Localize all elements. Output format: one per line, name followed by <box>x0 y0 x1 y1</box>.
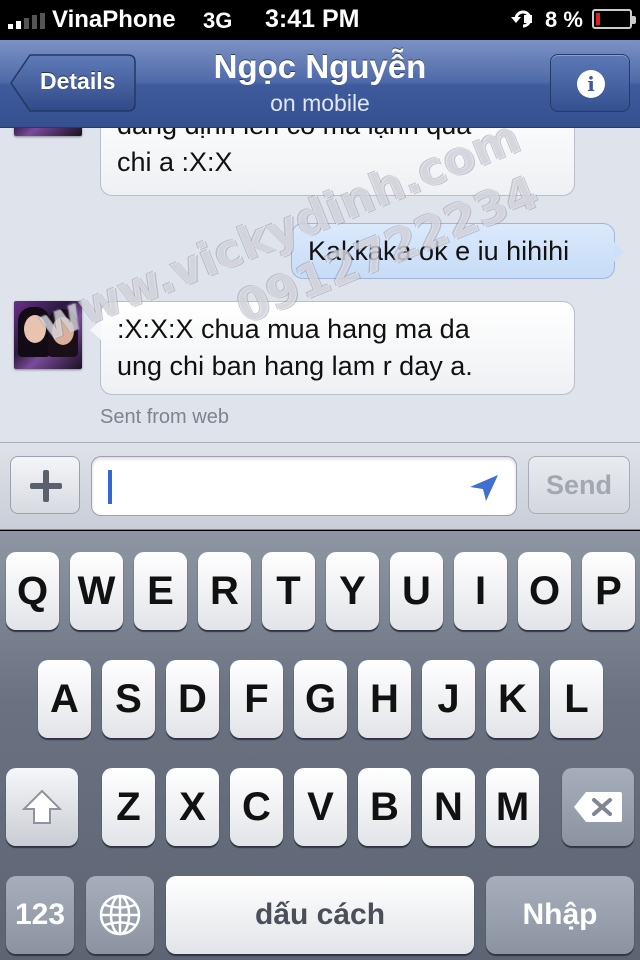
carrier-name: VinaPhone <box>52 6 176 33</box>
key-b[interactable]: B <box>358 768 411 846</box>
contact-name: Ngọc Nguyễn <box>213 48 427 85</box>
key-v[interactable]: V <box>294 768 347 846</box>
key-u[interactable]: U <box>390 552 443 630</box>
add-attachment-button[interactable] <box>10 456 80 514</box>
key-c[interactable]: C <box>230 768 283 846</box>
key-f[interactable]: F <box>230 660 283 738</box>
details-back-button[interactable]: Details <box>10 54 136 112</box>
battery-percent: 8 % <box>545 7 583 32</box>
message-bubble-outgoing[interactable]: Kakkaka ok e iu hihihi <box>291 223 625 279</box>
send-button[interactable]: Send <box>528 456 630 514</box>
message-bubble-incoming[interactable]: :X:X:X chua mua hang ma da ung chi ban h… <box>90 301 575 395</box>
shift-icon <box>22 789 62 824</box>
message-line: chi a :X:X <box>117 147 233 177</box>
key-r[interactable]: R <box>198 552 251 630</box>
message-bubble-incoming[interactable]: đang định lên có mà lạnh quá chi a :X:X <box>100 128 575 196</box>
keyboard: Q W E R T Y U I O P A S D F G H J K L Z … <box>0 531 640 960</box>
message-line: :X:X:X chua mua hang ma da <box>117 314 470 344</box>
message-input[interactable] <box>91 456 517 516</box>
key-m[interactable]: M <box>486 768 539 846</box>
numbers-key[interactable]: 123 <box>6 876 74 954</box>
key-h[interactable]: H <box>358 660 411 738</box>
key-x[interactable]: X <box>166 768 219 846</box>
key-n[interactable]: N <box>422 768 475 846</box>
key-o[interactable]: O <box>518 552 571 630</box>
contact-avatar[interactable] <box>14 301 82 369</box>
compose-bar: Send <box>0 442 640 530</box>
info-button[interactable]: i <box>550 54 630 112</box>
key-p[interactable]: P <box>582 552 635 630</box>
key-l[interactable]: L <box>550 660 603 738</box>
location-arrow-icon[interactable] <box>468 473 500 503</box>
signal-strength-icon <box>8 13 45 29</box>
key-w[interactable]: W <box>70 552 123 630</box>
clock: 3:41 PM <box>265 5 360 33</box>
key-a[interactable]: A <box>38 660 91 738</box>
contact-status: on mobile <box>270 90 370 116</box>
delete-key[interactable] <box>562 768 634 846</box>
message-line: đang định lên có mà lạnh quá <box>117 128 558 144</box>
contact-avatar[interactable] <box>14 128 82 136</box>
message-line: Kakkaka ok e iu hihihi <box>308 236 570 266</box>
key-k[interactable]: K <box>486 660 539 738</box>
shift-key[interactable] <box>6 768 78 846</box>
back-button-label: Details <box>40 68 116 94</box>
globe-icon <box>99 894 141 936</box>
battery-icon <box>592 9 636 29</box>
navigation-bar: Details Ngọc Nguyễn on mobile i <box>0 40 640 128</box>
network-type: 3G <box>203 8 233 33</box>
globe-key[interactable] <box>86 876 154 954</box>
key-y[interactable]: Y <box>326 552 379 630</box>
conversation-view[interactable]: đang định lên có mà lạnh quá chi a :X:X … <box>0 128 640 442</box>
backspace-icon <box>574 792 622 822</box>
space-key[interactable]: dấu cách <box>166 876 474 954</box>
key-e[interactable]: E <box>134 552 187 630</box>
rotation-lock-icon <box>511 10 532 28</box>
key-d[interactable]: D <box>166 660 219 738</box>
key-t[interactable]: T <box>262 552 315 630</box>
key-g[interactable]: G <box>294 660 347 738</box>
key-i[interactable]: I <box>454 552 507 630</box>
key-z[interactable]: Z <box>102 768 155 846</box>
message-source-label: Sent from web <box>100 406 229 428</box>
text-cursor <box>108 470 112 504</box>
status-bar: VinaPhone 3G 3:41 PM 8 % <box>0 0 640 40</box>
info-icon: i <box>577 70 605 98</box>
key-q[interactable]: Q <box>6 552 59 630</box>
return-key[interactable]: Nhập <box>486 876 634 954</box>
key-s[interactable]: S <box>102 660 155 738</box>
key-j[interactable]: J <box>422 660 475 738</box>
message-line: ung chi ban hang lam r day a. <box>117 351 473 381</box>
